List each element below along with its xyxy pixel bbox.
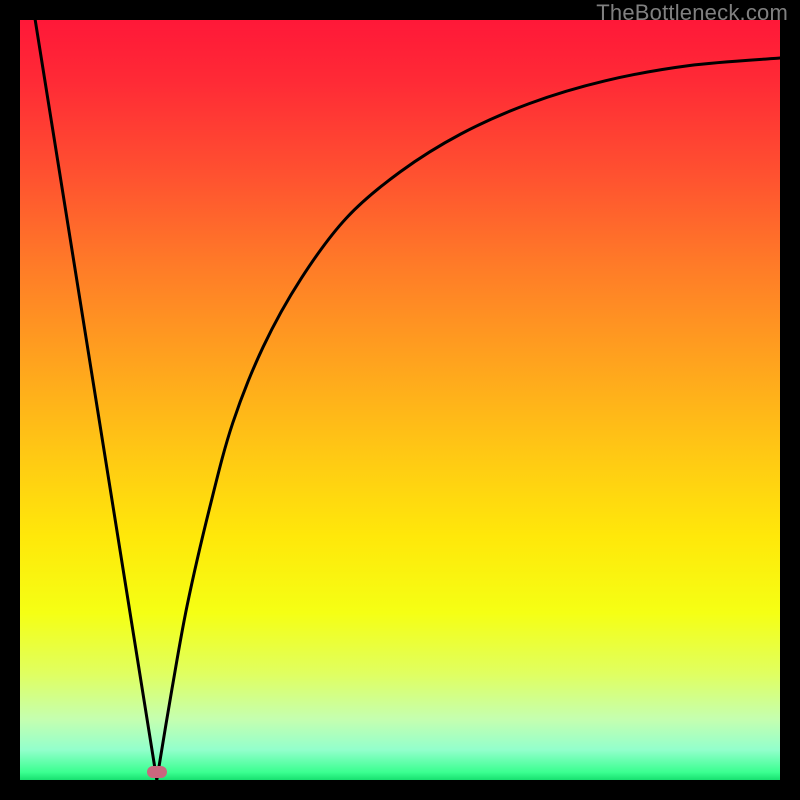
minimum-marker — [147, 766, 167, 778]
plot-area — [20, 20, 780, 780]
bottleneck-curve — [20, 20, 780, 780]
curve-path — [35, 20, 780, 780]
chart-frame: TheBottleneck.com — [0, 0, 800, 800]
